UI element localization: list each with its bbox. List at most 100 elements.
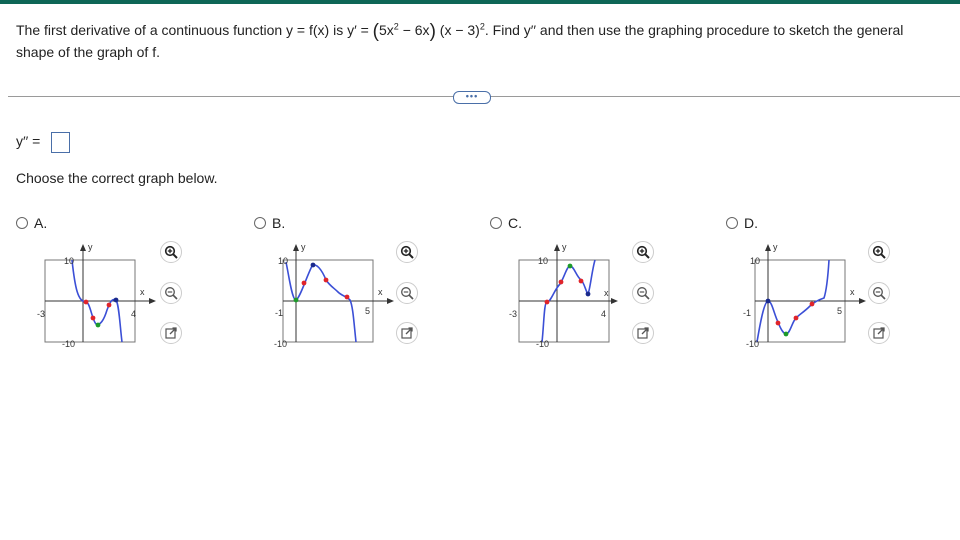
inflection-point <box>578 278 584 284</box>
zoom-out-icon <box>165 287 178 300</box>
answer-label: y′′ = <box>16 133 41 149</box>
y-top-label: 10 <box>64 256 74 266</box>
option-b-radio[interactable] <box>254 217 266 229</box>
x-axis-label: x <box>140 287 145 297</box>
x-axis-arrow <box>859 298 866 304</box>
x-axis-arrow <box>149 298 156 304</box>
option-c-label: C. <box>508 215 522 231</box>
min-point <box>95 322 101 328</box>
y-axis-label: y <box>562 242 567 252</box>
zoom-in-button-c[interactable] <box>632 241 654 263</box>
zoom-in-icon <box>400 245 414 259</box>
popout-icon <box>637 327 649 339</box>
inflection-point <box>301 280 307 286</box>
y-bot-label: -10 <box>62 339 75 349</box>
option-c[interactable]: C. <box>490 214 522 232</box>
choose-instruction: Choose the correct graph below. <box>16 170 218 186</box>
popout-icon <box>873 327 885 339</box>
answer-input[interactable] <box>51 132 70 153</box>
zoom-out-icon <box>637 287 650 300</box>
zoom-out-icon <box>873 287 886 300</box>
option-d-label: D. <box>744 215 758 231</box>
x-min-label: -3 <box>509 309 517 319</box>
option-b[interactable]: B. <box>254 214 285 232</box>
option-a-radio[interactable] <box>16 217 28 229</box>
popout-icon <box>165 327 177 339</box>
popout-button-b[interactable] <box>396 322 418 344</box>
option-a-label: A. <box>34 215 48 231</box>
y-axis-arrow <box>80 244 86 251</box>
y-axis-arrow <box>765 244 771 251</box>
y-top-label: 10 <box>750 256 760 266</box>
inflection-point <box>775 320 781 326</box>
x-axis-arrow <box>387 298 394 304</box>
inflection-point <box>344 294 350 300</box>
zoom-out-button-d[interactable] <box>868 282 890 304</box>
popout-button-c[interactable] <box>632 322 654 344</box>
max-point <box>113 297 119 303</box>
y-axis-label: y <box>301 242 306 252</box>
zoom-out-icon <box>401 287 414 300</box>
x-axis-label: x <box>378 287 383 297</box>
inflection-point <box>558 279 564 285</box>
x-max-label: 4 <box>601 309 606 319</box>
x-max-label: 5 <box>365 306 370 316</box>
y-axis-label: y <box>773 242 778 252</box>
x-min-label: -1 <box>275 308 283 318</box>
x-min-label: -3 <box>37 309 45 319</box>
factor1-term: 5x <box>379 22 394 38</box>
graph-option-b[interactable]: -1 5 10 -10 x y <box>268 240 403 350</box>
factor1-rest: − 6x <box>398 22 430 38</box>
factor2-term: (x − 3) <box>435 22 480 38</box>
zoom-out-button-a[interactable] <box>160 282 182 304</box>
max-point <box>765 298 771 304</box>
x-axis-label: x <box>850 287 855 297</box>
y-axis-label: y <box>88 242 93 252</box>
zoom-in-button-d[interactable] <box>868 241 890 263</box>
y-top-label: 10 <box>538 256 548 266</box>
graph-option-c[interactable]: -3 4 10 -10 x y <box>504 240 639 350</box>
popout-button-a[interactable] <box>160 322 182 344</box>
question-text: The first derivative of a continuous fun… <box>16 20 936 63</box>
x-axis-label: x <box>604 288 609 298</box>
y-axis-arrow <box>293 244 299 251</box>
y-axis-arrow <box>554 244 560 251</box>
max-point <box>310 262 316 268</box>
popout-icon <box>401 327 413 339</box>
popout-button-d[interactable] <box>868 322 890 344</box>
y-bot-label: -10 <box>536 339 549 349</box>
zoom-out-button-c[interactable] <box>632 282 654 304</box>
inflection-point <box>90 315 96 321</box>
zoom-in-icon <box>164 245 178 259</box>
zoom-out-button-b[interactable] <box>396 282 418 304</box>
zoom-in-button-b[interactable] <box>396 241 418 263</box>
option-b-label: B. <box>272 215 286 231</box>
graph-option-d[interactable]: -1 5 10 -10 x y <box>740 240 875 350</box>
option-a[interactable]: A. <box>16 214 47 232</box>
inflection-point <box>83 299 89 305</box>
option-d-radio[interactable] <box>726 217 738 229</box>
x-min-label: -1 <box>743 308 751 318</box>
inflection-point <box>323 277 329 283</box>
option-c-radio[interactable] <box>490 217 502 229</box>
inflection-point <box>809 301 815 307</box>
zoom-in-button-a[interactable] <box>160 241 182 263</box>
inflection-point <box>544 299 550 305</box>
x-axis-arrow <box>611 298 618 304</box>
min-point <box>293 297 299 303</box>
question-part1: The first derivative of a continuous fun… <box>16 22 373 38</box>
inflection-point <box>793 315 799 321</box>
zoom-in-icon <box>636 245 650 259</box>
y-bot-label: -10 <box>274 339 287 349</box>
top-bar <box>0 0 960 4</box>
max-point <box>567 263 573 269</box>
min-point <box>585 291 591 297</box>
y-top-label: 10 <box>278 256 288 266</box>
more-button[interactable]: ••• <box>453 91 491 104</box>
min-point <box>783 331 789 337</box>
zoom-in-icon <box>872 245 886 259</box>
graph-option-a[interactable]: -3 4 10 -10 x y <box>30 240 165 350</box>
x-max-label: 4 <box>131 309 136 319</box>
y-bot-label: -10 <box>746 339 759 349</box>
option-d[interactable]: D. <box>726 214 758 232</box>
